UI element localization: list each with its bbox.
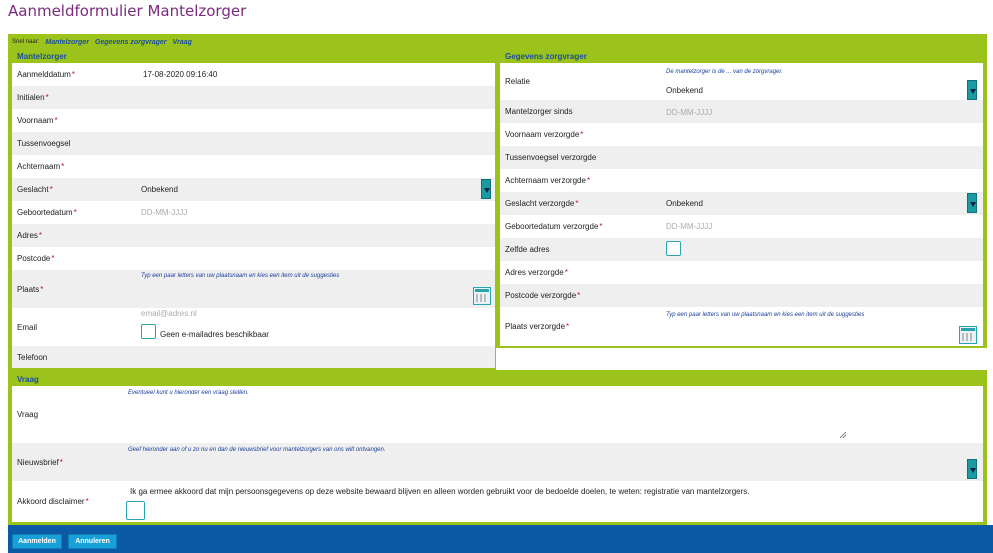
zelfde-adres-checkbox[interactable] bbox=[666, 241, 681, 256]
row-telefoon[interactable]: Telefoon bbox=[12, 346, 495, 368]
mantelzorger-panel: Aanmelddatum * 17-08-2020 09:16:40 Initia… bbox=[12, 63, 495, 368]
vraag-label: Vraag bbox=[17, 410, 39, 419]
geen-email-checkbox[interactable] bbox=[141, 324, 156, 339]
textarea-resize-icon[interactable] bbox=[840, 432, 846, 438]
row-zelfde-adres[interactable]: Zelfde adres bbox=[500, 238, 983, 261]
geboortedatum-placeholder[interactable]: DD-MM-JJJJ bbox=[141, 208, 187, 217]
email-placeholder[interactable]: email@adres.nl bbox=[141, 309, 197, 318]
section-header-zorgvrager: Gegevens zorgvrager bbox=[505, 52, 587, 61]
quick-nav-link-vraag[interactable]: Vraag bbox=[173, 39, 192, 46]
row-postcode-verzorgde[interactable]: Postcode verzorgde * bbox=[500, 284, 983, 307]
spacer bbox=[496, 348, 987, 370]
achternaam-label: Achternaam * bbox=[17, 162, 65, 171]
zorgvrager-panel: Relatie De mantelzorger is de ... van de… bbox=[500, 63, 983, 346]
email-label: Email bbox=[17, 322, 38, 332]
row-initialen[interactable]: Initialen * bbox=[12, 86, 495, 109]
relatie-label: Relatie bbox=[505, 77, 530, 86]
voornaam-label: Voornaam * bbox=[17, 116, 58, 125]
postcode-label: Postcode * bbox=[17, 254, 55, 263]
akkoord-label: Akkoord disclaimer * bbox=[17, 497, 89, 506]
mantelzorger-sinds-label: Mantelzorger sinds bbox=[505, 107, 573, 116]
mantelzorger-sinds-placeholder[interactable]: DD-MM-JJJJ bbox=[666, 108, 712, 117]
zelfde-adres-label: Zelfde adres bbox=[505, 245, 550, 254]
quick-nav: Snel naar: Mantelzorger Gegevens zorgvra… bbox=[12, 37, 192, 47]
tussenvoegsel-verzorgde-label: Tussenvoegsel verzorgde bbox=[505, 153, 597, 162]
row-voornaam[interactable]: Voornaam * bbox=[12, 109, 495, 132]
relatie-dropdown-icon[interactable] bbox=[967, 80, 977, 100]
telefoon-label: Telefoon bbox=[17, 352, 48, 362]
akkoord-checkbox[interactable] bbox=[126, 501, 145, 520]
achternaam-verzorgde-label: Achternaam verzorgde * bbox=[505, 176, 591, 185]
plaats-hint: Typ een paar letters van uw plaatsnaam e… bbox=[141, 273, 340, 279]
row-tussenvoegsel-verzorgde[interactable]: Tussenvoegsel verzorgde bbox=[500, 146, 983, 169]
row-relatie[interactable]: Relatie De mantelzorger is de ... van de… bbox=[500, 63, 983, 100]
row-tussenvoegsel[interactable]: Tussenvoegsel bbox=[12, 132, 495, 155]
quick-nav-link-mantelzorger[interactable]: Mantelzorger bbox=[45, 39, 89, 46]
geslacht-verzorgde-label: Geslacht verzorgde * bbox=[505, 199, 579, 208]
annuleren-button[interactable]: Annuleren bbox=[68, 534, 117, 549]
postcode-verzorgde-label: Postcode verzorgde * bbox=[505, 291, 581, 300]
geboortedatum-verzorgde-placeholder[interactable]: DD-MM-JJJJ bbox=[666, 222, 712, 231]
row-adres-verzorgde[interactable]: Adres verzorgde * bbox=[500, 261, 983, 284]
geslacht-label: Geslacht * bbox=[17, 185, 53, 194]
plaats-verzorgde-hint: Typ een paar letters van uw plaatsnaam e… bbox=[666, 312, 865, 318]
row-email[interactable]: Email email@adres.nl Geen e-mailadres be… bbox=[12, 308, 495, 346]
quick-nav-label: Snel naar: bbox=[12, 39, 40, 45]
nieuwsbrief-label: Nieuwsbrief * bbox=[17, 457, 63, 467]
tussenvoegsel-label: Tussenvoegsel bbox=[17, 139, 71, 148]
relatie-select-value[interactable]: Onbekend bbox=[666, 86, 703, 95]
row-geboortedatum[interactable]: Geboortedatum * DD-MM-JJJJ bbox=[12, 201, 495, 224]
row-adres[interactable]: Adres * bbox=[12, 224, 495, 247]
row-nieuwsbrief[interactable]: Nieuwsbrief * Geef hieronder aan of u zo … bbox=[12, 443, 983, 481]
adres-verzorgde-label: Adres verzorgde * bbox=[505, 268, 568, 277]
plaats-label: Plaats * bbox=[17, 284, 44, 294]
geslacht-dropdown-icon[interactable] bbox=[481, 179, 491, 199]
row-aanmelddatum: Aanmelddatum * 17-08-2020 09:16:40 bbox=[12, 63, 495, 86]
geboortedatum-label: Geboortedatum * bbox=[17, 208, 77, 217]
vraag-panel: Vraag Eventueel kunt u hieronder een vra… bbox=[12, 386, 983, 522]
plaats-verzorgde-lookup-icon[interactable] bbox=[959, 326, 977, 344]
aanmelden-button[interactable]: Aanmelden bbox=[12, 534, 62, 549]
row-geslacht[interactable]: Geslacht * Onbekend bbox=[12, 178, 495, 201]
row-vraag: Vraag Eventueel kunt u hieronder een vra… bbox=[12, 386, 983, 443]
nieuwsbrief-hint: Geef hieronder aan of u zo nu en dan de … bbox=[128, 447, 386, 453]
vraag-hint: Eventueel kunt u hieronder een vraag ste… bbox=[128, 390, 249, 396]
row-achternaam[interactable]: Achternaam * bbox=[12, 155, 495, 178]
vraag-textarea[interactable] bbox=[126, 399, 849, 441]
aanmelddatum-value: 17-08-2020 09:16:40 bbox=[143, 70, 218, 79]
akkoord-text: Ik ga ermee akkoord dat mijn persoonsgeg… bbox=[130, 487, 750, 496]
geen-email-label: Geen e-mailadres beschikbaar bbox=[160, 330, 269, 339]
geslacht-verzorgde-select-value[interactable]: Onbekend bbox=[666, 199, 703, 208]
quick-nav-link-zorgvrager[interactable]: Gegevens zorgvrager bbox=[95, 39, 167, 46]
page-title: Aanmeldformulier Mantelzorger bbox=[8, 2, 247, 20]
geslacht-verzorgde-dropdown-icon[interactable] bbox=[967, 193, 977, 213]
nieuwsbrief-dropdown-icon[interactable] bbox=[967, 459, 977, 479]
action-bar bbox=[8, 525, 993, 553]
initialen-label: Initialen * bbox=[17, 93, 49, 102]
row-akkoord: Akkoord disclaimer * Ik ga ermee akkoord … bbox=[12, 481, 983, 522]
row-voornaam-verzorgde[interactable]: Voornaam verzorgde * bbox=[500, 123, 983, 146]
adres-label: Adres * bbox=[17, 231, 43, 240]
row-mantelzorger-sinds[interactable]: Mantelzorger sinds DD-MM-JJJJ bbox=[500, 100, 983, 123]
voornaam-verzorgde-label: Voornaam verzorgde * bbox=[505, 130, 584, 139]
plaats-verzorgde-label: Plaats verzorgde * bbox=[505, 322, 570, 331]
row-plaats-verzorgde[interactable]: Plaats verzorgde * Typ een paar letters v… bbox=[500, 307, 983, 346]
aanmelddatum-label: Aanmelddatum * bbox=[17, 70, 75, 79]
geslacht-select-value[interactable]: Onbekend bbox=[141, 185, 178, 194]
row-geslacht-verzorgde[interactable]: Geslacht verzorgde * Onbekend bbox=[500, 192, 983, 215]
relatie-hint: De mantelzorger is de ... van de zorgvra… bbox=[666, 69, 783, 75]
section-header-mantelzorger: Mantelzorger bbox=[17, 52, 67, 61]
row-geboortedatum-verzorgde[interactable]: Geboortedatum verzorgde * DD-MM-JJJJ bbox=[500, 215, 983, 238]
row-plaats[interactable]: Plaats * Typ een paar letters van uw plaa… bbox=[12, 270, 495, 308]
row-achternaam-verzorgde[interactable]: Achternaam verzorgde * bbox=[500, 169, 983, 192]
geboortedatum-verzorgde-label: Geboortedatum verzorgde * bbox=[505, 222, 603, 231]
row-postcode[interactable]: Postcode * bbox=[12, 247, 495, 270]
plaats-lookup-icon[interactable] bbox=[473, 287, 491, 305]
section-header-vraag: Vraag bbox=[17, 375, 39, 384]
